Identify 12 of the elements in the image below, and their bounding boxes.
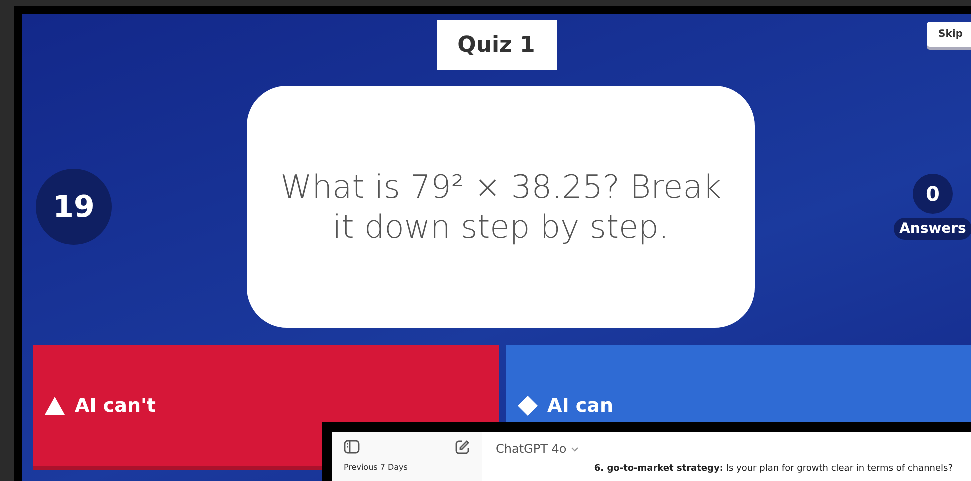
question-card: What is 79² × 38.25? Break it down step by step. <box>247 86 755 328</box>
quiz-title: Quiz 1 <box>436 20 556 70</box>
sidebar-toggle-icon[interactable] <box>344 440 360 454</box>
triangle-icon <box>45 396 65 414</box>
answer-count: 0 <box>913 174 953 214</box>
skip-button[interactable]: Skip <box>926 22 971 47</box>
edit-icon[interactable] <box>455 440 470 455</box>
countdown-timer: 19 <box>36 169 112 245</box>
chevron-down-icon <box>570 446 579 452</box>
diamond-icon <box>518 396 538 416</box>
answers-label: Answers <box>894 218 971 240</box>
sidebar-heading: Previous 7 Days <box>344 463 409 472</box>
